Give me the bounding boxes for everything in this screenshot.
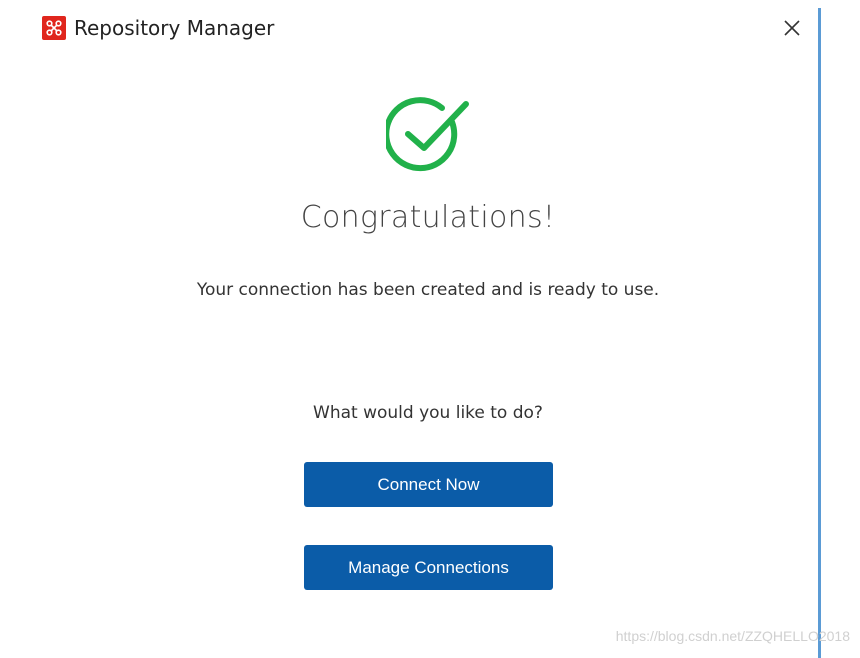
watermark-text: https://blog.csdn.net/ZZQHELLO2018 <box>615 628 850 644</box>
connect-now-button[interactable]: Connect Now <box>304 462 553 507</box>
congratulations-heading: Congratulations! <box>300 200 556 235</box>
success-message: Your connection has been created and is … <box>196 280 660 300</box>
repository-manager-dialog: Repository Manager Congratulations! Your… <box>0 0 818 658</box>
check-circle-icon <box>383 96 472 174</box>
close-button[interactable] <box>778 14 806 42</box>
close-icon <box>784 20 800 36</box>
background-area <box>821 0 860 658</box>
app-logo-icon <box>42 16 66 40</box>
next-step-prompt: What would you like to do? <box>313 403 543 423</box>
page: Repository Manager Congratulations! Your… <box>0 0 860 658</box>
manage-connections-button[interactable]: Manage Connections <box>304 545 553 590</box>
window-title: Repository Manager <box>74 16 275 40</box>
title-bar: Repository Manager <box>0 0 818 56</box>
